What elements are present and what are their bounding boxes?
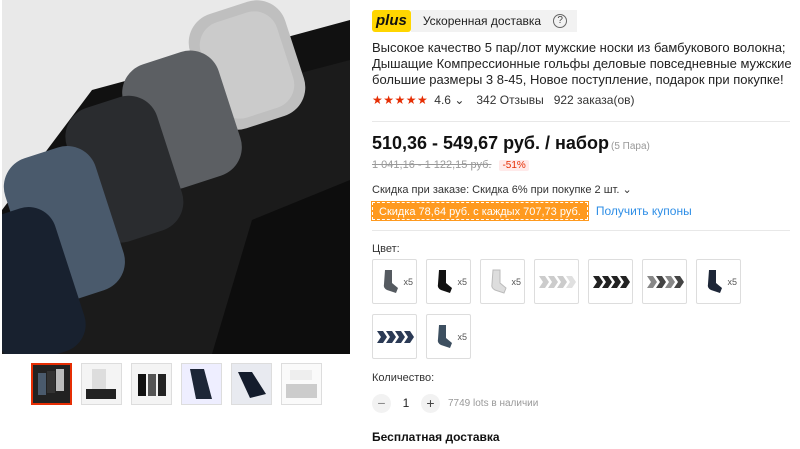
quantity-stepper: − 1 + 7749 lots в наличии	[372, 393, 538, 413]
thumbnail-4[interactable]	[181, 363, 222, 405]
sock-set-light-icon	[538, 275, 576, 288]
fast-delivery-text: Ускоренная доставка	[422, 14, 542, 28]
divider	[372, 121, 790, 122]
coupon-row: Скидка 78,64 руб. с каждых 707,73 руб. П…	[371, 201, 692, 221]
chevron-down-icon: ⌄	[622, 184, 632, 196]
color-option-7[interactable]: x5	[696, 259, 741, 304]
order-discount[interactable]: Скидка при заказе: Скидка 6% при покупке…	[372, 183, 632, 196]
thumbnail-6[interactable]	[281, 363, 322, 405]
sock-set-dark-icon	[592, 275, 630, 288]
rating-value[interactable]: 4.6 ⌄	[434, 93, 464, 107]
stock-count: 7749 lots в наличии	[448, 397, 539, 409]
thumbnail-3[interactable]	[131, 363, 172, 405]
color-option-2[interactable]: x5	[426, 259, 471, 304]
price-value: 510,36 - 549,67 руб. / набор	[372, 133, 609, 153]
discount-badge: -51%	[499, 159, 529, 171]
color-option-1[interactable]: x5	[372, 259, 417, 304]
old-price-row: 1 041,16 - 1 122,15 руб. -51%	[372, 159, 529, 171]
color-option-qty: x5	[511, 277, 521, 287]
reviews-count[interactable]: 342 Отзывы	[476, 93, 543, 107]
thumbnail-2[interactable]	[81, 363, 122, 405]
color-option-5[interactable]	[588, 259, 633, 304]
color-option-qty: x5	[457, 332, 467, 342]
color-label: Цвет:	[372, 243, 400, 255]
rating-row: ★★★★★ 4.6 ⌄ 342 Отзывы 922 заказа(ов)	[372, 92, 635, 108]
orders-count: 922 заказа(ов)	[553, 93, 635, 107]
fast-delivery-label: Ускоренная доставка ?	[410, 10, 578, 32]
decrease-button[interactable]: −	[372, 393, 391, 413]
sock-set-mixed-icon	[646, 275, 684, 288]
thumbnail-strip	[31, 363, 322, 405]
divider	[372, 230, 790, 231]
coupon-tag: Скидка 78,64 руб. с каждых 707,73 руб.	[371, 201, 589, 221]
quantity-label: Количество:	[372, 372, 435, 384]
price-range: 510,36 - 549,67 руб. / набор (5 Пара)	[372, 133, 650, 154]
rating-number: 4.6	[434, 93, 451, 107]
color-swatches: x5 x5 x5 x5 x5	[372, 259, 752, 359]
color-option-qty: x5	[457, 277, 467, 287]
old-price: 1 041,16 - 1 122,15 руб.	[372, 159, 492, 171]
color-option-6[interactable]	[642, 259, 687, 304]
sock-gray-icon	[383, 269, 398, 293]
price-unit: (5 Пара)	[611, 141, 650, 152]
thumbnail-1[interactable]	[31, 363, 72, 405]
question-circle-icon[interactable]: ?	[553, 14, 568, 28]
sock-blue-gray-icon	[437, 324, 452, 348]
color-option-9[interactable]: x5	[426, 314, 471, 359]
color-option-qty: x5	[727, 277, 737, 287]
color-option-8[interactable]	[372, 314, 417, 359]
plus-badge: plus	[372, 10, 411, 32]
sock-box-photo	[2, 0, 350, 354]
quantity-value[interactable]: 1	[391, 396, 421, 410]
color-option-4[interactable]	[534, 259, 579, 304]
sock-navy-icon	[707, 269, 722, 293]
product-title: Высокое качество 5 пар/лот мужские носки…	[372, 40, 792, 87]
order-discount-text: Скидка при заказе: Скидка 6% при покупке…	[372, 184, 620, 196]
color-option-3[interactable]: x5	[480, 259, 525, 304]
get-coupons-link[interactable]: Получить купоны	[596, 204, 692, 218]
increase-button[interactable]: +	[421, 393, 440, 413]
sock-black-icon	[437, 269, 452, 293]
color-option-qty: x5	[403, 277, 413, 287]
sock-white-icon	[490, 269, 507, 294]
plus-delivery-row: plus Ускоренная доставка ?	[372, 10, 578, 32]
star-rating-icon: ★★★★★	[372, 93, 429, 107]
main-product-image[interactable]	[2, 0, 350, 354]
sock-set-navy-icon	[376, 330, 414, 343]
free-shipping-title: Бесплатная доставка	[372, 430, 500, 444]
thumbnail-5[interactable]	[231, 363, 272, 405]
